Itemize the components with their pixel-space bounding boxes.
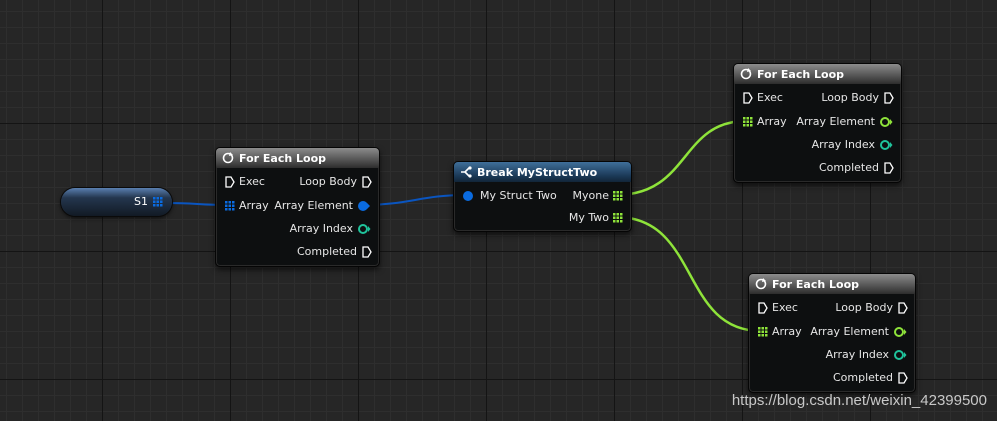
- myone-label: Myone: [572, 189, 609, 202]
- node-header: For Each Loop: [216, 148, 379, 168]
- exec-in-pin-icon[interactable]: [743, 92, 753, 104]
- watermark: https://blog.csdn.net/weixin_42399500: [731, 392, 987, 409]
- array-index-pin-icon[interactable]: [879, 139, 893, 151]
- node-title: For Each Loop: [772, 277, 859, 291]
- variable-node-s1[interactable]: S1: [61, 188, 172, 216]
- node-title: For Each Loop: [239, 151, 326, 165]
- loop-body-label: Loop Body: [299, 175, 357, 188]
- array-element-label: Array Element: [810, 325, 889, 338]
- exec-label: Exec: [757, 91, 783, 104]
- array-index-label: Array Index: [289, 222, 353, 235]
- array-index-pin-icon[interactable]: [357, 223, 371, 235]
- wire-mytwo-to-array[interactable]: [615, 215, 762, 333]
- completed-label: Completed: [833, 371, 893, 384]
- struct-input-label: My Struct Two: [480, 189, 557, 202]
- array-index-label: Array Index: [811, 138, 875, 151]
- array-in-pin-icon[interactable]: [758, 327, 768, 337]
- variable-label: S1: [134, 195, 148, 208]
- node-header: For Each Loop: [734, 64, 901, 84]
- exec-in-pin-icon[interactable]: [225, 176, 235, 188]
- completed-pin-icon[interactable]: [362, 246, 372, 258]
- mytwo-label: My Two: [568, 211, 609, 224]
- array-pin-icon[interactable]: [153, 197, 163, 207]
- array-index-label: Array Index: [825, 348, 889, 361]
- node-header: For Each Loop: [749, 274, 915, 294]
- for-each-loop-node-2[interactable]: For Each Loop Exec Array Loop Body Array…: [733, 63, 902, 183]
- loop-icon: [755, 278, 767, 290]
- loop-body-pin-icon[interactable]: [898, 302, 908, 314]
- array-element-pin-icon[interactable]: [893, 326, 907, 338]
- completed-label: Completed: [297, 245, 357, 258]
- array-element-label: Array Element: [796, 115, 875, 128]
- loop-body-pin-icon[interactable]: [362, 176, 372, 188]
- for-each-loop-node-3[interactable]: For Each Loop Exec Array Loop Body Array…: [748, 273, 916, 393]
- array-in-pin-icon[interactable]: [743, 117, 753, 127]
- for-each-loop-node-1[interactable]: For Each Loop Exec Array Loop Body Array…: [215, 147, 380, 267]
- array-in-pin-icon[interactable]: [225, 201, 235, 211]
- loop-body-pin-icon[interactable]: [884, 92, 894, 104]
- loop-body-label: Loop Body: [835, 301, 893, 314]
- break-struct-icon: [461, 166, 472, 178]
- mytwo-pin-icon[interactable]: [613, 213, 623, 223]
- array-label: Array: [772, 325, 802, 338]
- array-label: Array: [239, 199, 269, 212]
- loop-icon: [222, 152, 234, 164]
- array-element-label: Array Element: [274, 199, 353, 212]
- wire-myone-to-array[interactable]: [615, 119, 747, 197]
- completed-pin-icon[interactable]: [898, 372, 908, 384]
- struct-in-pin-icon[interactable]: [462, 190, 474, 202]
- array-element-pin-icon[interactable]: [879, 116, 893, 128]
- array-label: Array: [757, 115, 787, 128]
- loop-icon: [740, 68, 752, 80]
- node-title: For Each Loop: [757, 67, 844, 81]
- exec-label: Exec: [772, 301, 798, 314]
- node-header: Break MyStructTwo: [454, 162, 631, 182]
- exec-label: Exec: [239, 175, 265, 188]
- completed-label: Completed: [819, 161, 879, 174]
- exec-in-pin-icon[interactable]: [758, 302, 768, 314]
- break-struct-node[interactable]: Break MyStructTwo My Struct Two Myone My…: [453, 161, 632, 232]
- node-title: Break MyStructTwo: [477, 165, 598, 179]
- completed-pin-icon[interactable]: [884, 162, 894, 174]
- loop-body-label: Loop Body: [821, 91, 879, 104]
- array-index-pin-icon[interactable]: [893, 349, 907, 361]
- array-element-pin-icon[interactable]: [357, 200, 371, 212]
- myone-pin-icon[interactable]: [613, 191, 623, 201]
